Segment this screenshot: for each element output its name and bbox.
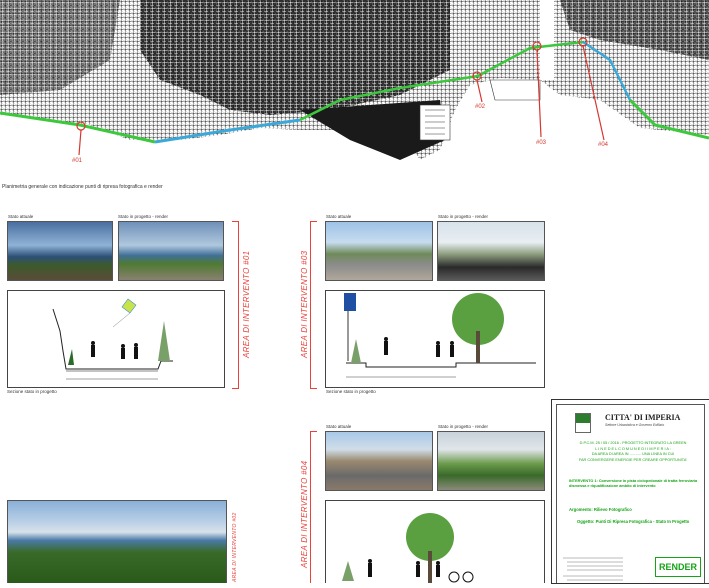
p3-current-label: Stato attuale bbox=[326, 214, 352, 219]
p4-area-title: AREA DI INTERVENTO #04 bbox=[300, 460, 309, 568]
argomento-text: Argomento: Rilievo Fotografico bbox=[569, 507, 632, 512]
p4-section-drawing bbox=[325, 500, 545, 583]
p4-photo-current bbox=[325, 431, 433, 491]
p1-project-label: Stato in progetto - render bbox=[118, 214, 169, 219]
p4-photo-project bbox=[437, 431, 545, 491]
title-block: CITTA' DI IMPERIA Settore Urbanistica e … bbox=[551, 399, 709, 584]
site-plan-svg bbox=[0, 0, 709, 160]
city-department: Settore Urbanistica e Governo Edilizio bbox=[605, 423, 665, 427]
p2-photo bbox=[7, 500, 227, 583]
p4-bracket bbox=[310, 431, 317, 583]
p1-section-svg bbox=[52, 298, 173, 380]
p3-bracket bbox=[310, 221, 317, 389]
project-title-line1: D.P.C.M. 25 / 05 / 2016 - PROGETTO INTEG… bbox=[579, 441, 687, 445]
p3-section-caption: Sezione stato in progetto bbox=[326, 389, 376, 394]
signatures-lines-svg bbox=[563, 557, 623, 581]
p4-section-svg bbox=[342, 513, 474, 583]
p3-section-drawing bbox=[325, 290, 545, 388]
p1-area-title: AREA DI INTERVENTO #01 bbox=[242, 250, 251, 358]
marker-01-label: #01 bbox=[72, 158, 83, 164]
p1-photo-project bbox=[118, 221, 224, 281]
signatures-table bbox=[563, 555, 643, 581]
p4-current-label: Stato attuale bbox=[326, 424, 352, 429]
p3-project-label: Stato in progetto - render bbox=[438, 214, 489, 219]
p1-section-caption: Sezione stato in progetto bbox=[7, 389, 57, 394]
p3-photo-current bbox=[325, 221, 433, 281]
p1-section-drawing bbox=[7, 290, 225, 388]
city-name: CITTA' DI IMPERIA bbox=[605, 413, 681, 422]
intervento-text: INTERVENTO 1: Conversione in pista ciclo… bbox=[569, 479, 698, 488]
map-caption: Planimetria generale con indicazione pun… bbox=[2, 184, 163, 190]
oggetto-text: Oggetto: Punti Di Ripresa Fotografica - … bbox=[577, 519, 690, 524]
marker-04-label: #04 bbox=[598, 142, 609, 148]
marker-02-label: #02 bbox=[475, 104, 486, 110]
p1-current-label: Stato attuale bbox=[8, 214, 34, 219]
p4-project-label: Stato in progetto - render bbox=[438, 424, 489, 429]
project-title: D.P.C.M. 25 / 05 / 2016 - PROGETTO INTEG… bbox=[563, 441, 703, 463]
render-label-box: RENDER bbox=[655, 557, 701, 577]
site-plan-map: #01 #02 #03 #04 bbox=[0, 0, 709, 180]
city-crest-icon bbox=[575, 413, 591, 433]
title-block-frame: CITTA' DI IMPERIA Settore Urbanistica e … bbox=[556, 404, 705, 583]
p1-bracket bbox=[232, 221, 239, 389]
p2-area-title: AREA DI INTERVENTO #02 bbox=[232, 512, 238, 582]
p3-photo-project bbox=[437, 221, 545, 281]
p3-section-svg bbox=[344, 293, 536, 378]
p1-photo-current bbox=[7, 221, 113, 281]
project-title-line4: FAR CONVERGERE ENERGIE PER CREARE OPPORT… bbox=[578, 457, 688, 462]
p3-area-title: AREA DI INTERVENTO #03 bbox=[300, 250, 309, 358]
marker-03-label: #03 bbox=[536, 140, 547, 146]
